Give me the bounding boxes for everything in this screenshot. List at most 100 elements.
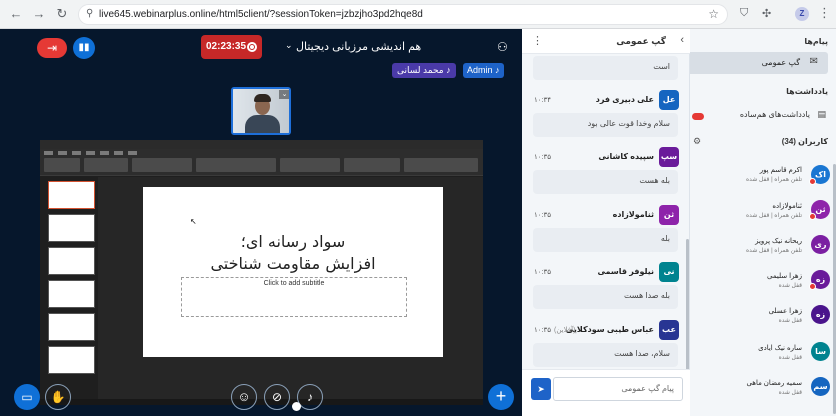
chat-message-text: است	[653, 62, 670, 71]
site-info-icon[interactable]: ⚲	[86, 8, 93, 19]
forward-icon[interactable]: →	[31, 6, 47, 22]
user-name: زهرا سلیمی	[767, 273, 802, 280]
microphone-muted-icon: ♪	[307, 390, 313, 404]
subtitle-placeholder-text: Click to add subtitle	[263, 280, 325, 287]
presenter-badge: محمد لسانی ♪	[392, 63, 456, 78]
chat-message-text: سلام وخدا قوت عالی بود	[587, 119, 670, 128]
ribbon-group	[44, 158, 80, 172]
camera-off-icon: ⊘	[271, 390, 283, 404]
bookmark-star-icon[interactable]: ☆	[708, 7, 719, 21]
current-slide: سواد رسانه ای؛ افزایش مقاومت شناختی Clic…	[143, 187, 443, 357]
chat-message-text: بله صدا هست	[623, 291, 670, 300]
ribbon-group	[404, 158, 478, 172]
notes-unread-indicator	[692, 113, 704, 120]
slide-thumbnail	[48, 247, 95, 275]
chat-bubble-icon: ✉	[809, 56, 818, 67]
ribbon-group	[344, 158, 400, 172]
audio-settings-dot[interactable]	[292, 402, 301, 411]
message-time: ۱۰:۳۴	[534, 97, 551, 104]
shared-notes-label: یادداشت‌های هم‌ساده	[739, 110, 810, 119]
ribbon-group	[280, 158, 340, 172]
offline-status: (آفلاین)	[554, 327, 576, 334]
raise-hand-button[interactable]: ✋	[45, 384, 71, 410]
chat-message-bubble: بله هست	[533, 170, 678, 194]
ribbon-tab	[58, 151, 67, 155]
ribbon-group	[84, 158, 128, 172]
connection-status-button[interactable]: ▮▮	[73, 37, 95, 59]
extensions-puzzle-icon[interactable]: ✣	[762, 7, 771, 20]
user-status: قفل شده	[778, 355, 802, 361]
user-avatar: سا	[811, 342, 830, 361]
send-message-button[interactable]: ➤	[531, 378, 551, 400]
user-avatar: ثن	[659, 205, 679, 225]
actions-plus-button[interactable]: +	[488, 384, 514, 410]
session-title[interactable]: هم اندیشی مرزبانی دیجیتال	[296, 40, 421, 53]
message-time: ۱۰:۳۵	[534, 212, 551, 219]
public-chat-label: گپ عمومی	[761, 58, 800, 67]
smiley-icon: ☺	[237, 389, 251, 404]
user-avatar: سم	[811, 377, 830, 396]
users-toggle-icon[interactable]: ⚇	[497, 40, 508, 54]
profile-avatar[interactable]: Z	[795, 7, 809, 21]
public-chat-item[interactable]: ✉ گپ عمومی	[690, 52, 828, 74]
webcam-options-chevron-icon[interactable]: ⌄	[279, 90, 289, 99]
screen-icon: ▭	[21, 390, 33, 404]
ribbon-tab	[114, 151, 123, 155]
slide-thumbnail	[48, 280, 95, 308]
message-author: علی دبیری فرد	[595, 95, 654, 104]
signal-bars-icon: ▮▮	[78, 42, 90, 53]
chevron-down-icon[interactable]: ⌄	[285, 40, 293, 51]
mouse-cursor-icon: ↖	[190, 217, 197, 226]
shared-notes-item[interactable]: ▤ یادداشت‌های هم‌ساده	[690, 109, 836, 123]
message-time: ۱۰:۳۵	[534, 327, 551, 334]
message-author: ثنامولازاده	[612, 210, 654, 219]
exit-icon: ⇥	[46, 41, 58, 55]
ppt-ribbon	[40, 149, 483, 176]
url-text[interactable]: live645.webinarplus.online/html5client/?…	[99, 9, 423, 20]
leave-session-button[interactable]: ⇥	[37, 38, 67, 58]
slide-thumbnail	[48, 313, 95, 341]
browser-toolbar: ← → ↻ ⚲ live645.webinarplus.online/html5…	[0, 0, 836, 29]
user-avatar: ری	[811, 235, 830, 254]
chat-input-placeholder: پیام گپ عمومی	[621, 384, 674, 393]
shield-extension-icon[interactable]: ⛉	[740, 7, 748, 20]
user-status: قفل شده	[778, 318, 802, 324]
user-status: قفل شده	[778, 390, 802, 396]
chat-message-input[interactable]: پیام گپ عمومی	[553, 377, 683, 401]
user-list-sidebar: پیام‌ها ✉ گپ عمومی یادداشت‌ها ▤ یادداشت‌…	[690, 29, 836, 416]
slide-thumbnails	[40, 177, 98, 399]
chevron-left-icon[interactable]: ‹	[680, 34, 684, 46]
user-name: زهرا عسلی	[768, 308, 802, 315]
screen-share: سواد رسانه ای؛ افزایش مقاومت شناختی Clic…	[40, 140, 483, 405]
chat-message-text: بله	[660, 234, 670, 243]
webcam-person-body	[245, 115, 280, 133]
recording-indicator[interactable]: 02:23:35	[201, 35, 262, 59]
webcam-video[interactable]: ⌄	[231, 87, 291, 135]
browser-menu-icon[interactable]: ⋮	[818, 5, 831, 21]
address-bar[interactable]: ⚲ live645.webinarplus.online/html5client…	[78, 4, 728, 25]
chat-options-icon[interactable]: ⋮	[532, 34, 543, 47]
ribbon-tab	[44, 151, 53, 155]
reload-icon[interactable]: ↻	[54, 6, 70, 22]
chat-title: گپ عمومی	[616, 36, 666, 46]
gear-icon[interactable]: ⚙	[693, 136, 701, 147]
presentation-options-button[interactable]: ▭	[14, 384, 40, 410]
status-badge	[809, 178, 816, 185]
camera-button[interactable]: ⊘	[264, 384, 290, 410]
mic-icon: ♪	[495, 65, 500, 75]
ribbon-tab	[100, 151, 109, 155]
slide-title-line1: سواد رسانه ای؛	[240, 232, 346, 251]
user-status: قفل شده	[778, 283, 802, 289]
user-name: ریحانه نیک پرویز	[755, 238, 802, 245]
back-icon[interactable]: ←	[8, 6, 24, 22]
user-avatar: عل	[659, 90, 679, 110]
message-author: سپیده کاشانی	[598, 152, 654, 161]
chat-message-bubble: بله صدا هست	[533, 285, 678, 309]
message-author: عباس طیبی سودکلایی	[565, 325, 654, 334]
user-avatar: عب	[659, 320, 679, 340]
presentation-area: ⇥ ▮▮ 02:23:35 ⌄ هم اندیشی مرزبانی دیجیتا…	[0, 29, 522, 416]
subtitle-placeholder-box: Click to add subtitle	[181, 277, 407, 317]
user-avatar: سپ	[659, 147, 679, 167]
chat-message-bubble: بله	[533, 228, 678, 252]
reactions-button[interactable]: ☺	[231, 384, 257, 410]
